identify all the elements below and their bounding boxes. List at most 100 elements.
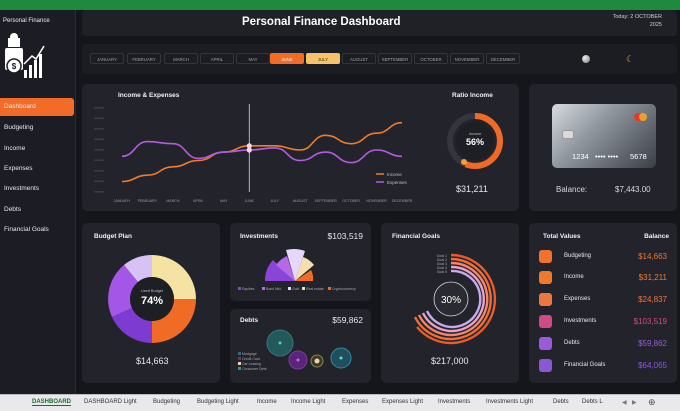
y-tick-mark	[94, 107, 104, 109]
investments-icon	[539, 315, 552, 328]
sheet-tab-income[interactable]: Income	[257, 399, 277, 405]
total-value: $103,519	[633, 317, 667, 326]
x-tick-label: OCTOBER	[342, 199, 360, 203]
sidebar-item-debts[interactable]: Debts	[0, 201, 74, 219]
ratio-knob	[461, 159, 467, 165]
card-number-left: 1234	[572, 152, 589, 161]
income-expenses-card: Income & Expenses JANUARY FEBRUARY MARCH AP…	[82, 84, 519, 211]
total-value: $14,663	[638, 252, 667, 261]
balance-value: $7,443.00	[615, 185, 651, 194]
x-tick-label: APRIL	[193, 199, 203, 203]
invest-legend-crypto: Cryptocurrency	[331, 287, 356, 291]
sheet-tab-budgeting[interactable]: Budgeting	[153, 399, 180, 405]
income-icon	[539, 271, 552, 284]
month-button-november[interactable]: NOVEMBER	[450, 53, 484, 64]
sidebar-item-investments[interactable]: Investments	[0, 180, 74, 198]
month-button-october[interactable]: OCTOBER	[414, 53, 448, 64]
expenses-icon	[539, 293, 552, 306]
month-button-december[interactable]: DECEMBER	[486, 53, 520, 64]
invest-legend-bond: Bond Mkt.	[265, 287, 282, 291]
financial-goals-card: Financial Goals 30% Goal 1 Goal 2 Goal 3…	[381, 223, 519, 383]
month-button-june[interactable]: JUNE	[270, 53, 304, 64]
total-row-investments[interactable]: Investments $103,519	[539, 314, 667, 330]
svg-text:$: $	[12, 62, 17, 71]
today-line2: 2025	[649, 22, 662, 28]
total-row-income[interactable]: Income $31,211	[539, 270, 667, 286]
budget-plan-card: Budget Plan Used Budget 74% $14,663	[82, 223, 220, 383]
sidebar-item-income[interactable]: Income	[0, 140, 74, 158]
month-button-may[interactable]: MAY	[236, 53, 270, 64]
month-button-march[interactable]: MARCH	[164, 53, 198, 64]
ratio-percent: 56%	[466, 137, 484, 147]
sidebar-item-expenses[interactable]: Expenses	[0, 160, 74, 178]
total-row-budgeting[interactable]: Budgeting $14,663	[539, 249, 667, 265]
theme-toggle-light-icon[interactable]	[582, 55, 590, 63]
ratio-income-title: Ratio Income	[452, 92, 493, 99]
x-tick-label: FEBRUARY	[138, 199, 158, 203]
sheet-tab-dashboard[interactable]: DASHBOARD	[32, 399, 71, 406]
income-expenses-title: Income & Expenses	[118, 92, 180, 99]
budget-icon	[539, 250, 552, 263]
month-button-august[interactable]: AUGUST	[342, 53, 376, 64]
income-expenses-chart: JANUARY FEBRUARY MARCH APRIL MAY JUNE JULY AUGU…	[94, 104, 413, 203]
total-row-expenses[interactable]: Expenses $24,837	[539, 292, 667, 308]
financial-goals-value: $217,000	[431, 356, 469, 366]
total-label: Financial Goals	[564, 362, 606, 368]
debts-card: Debts $59,862 Mortgage Credit Card Car L…	[230, 309, 371, 383]
sheet-tab-expenses[interactable]: Expenses	[342, 399, 368, 405]
card-number-mask: •••• ••••	[595, 152, 619, 161]
x-tick-label: JULY	[270, 199, 279, 203]
investments-rose-chart	[264, 249, 314, 281]
investments-title: Investments	[240, 233, 278, 240]
card-number-right: 5678	[630, 152, 647, 161]
debts-bubble-chart	[266, 329, 352, 370]
sheet-tab-investments-light[interactable]: Investments Light	[486, 399, 533, 405]
total-label: Income	[564, 274, 584, 280]
total-values-card: Total Values Balance Budgeting $14,663 I…	[529, 223, 677, 383]
total-row-debts[interactable]: Debts $59,862	[539, 336, 667, 352]
ratio-income-donut: Income 56%	[447, 113, 503, 169]
total-label: Budgeting	[564, 253, 592, 259]
goals-percent: 30%	[441, 295, 461, 306]
tab-scroll-right-icon[interactable]: ▶	[632, 399, 637, 406]
month-slicer: JANUARY FEBRUARY MARCH APRIL MAY JUNE JU…	[82, 44, 677, 74]
debt-legend-credit: Credit Card	[241, 357, 260, 361]
sidebar-item-budgeting[interactable]: Budgeting	[0, 119, 74, 137]
card-chip-icon	[562, 130, 574, 139]
x-tick-label: MARCH	[166, 199, 180, 203]
sheet-tab-expenses-light[interactable]: Expenses Light	[382, 399, 423, 405]
total-values-title: Total Values	[543, 233, 581, 240]
month-button-january[interactable]: JANUARY	[90, 53, 124, 64]
debt-legend-consumer: Consumer Debt	[241, 367, 267, 371]
sidebar-title: Personal Finance	[3, 18, 50, 24]
month-button-july[interactable]: JULY	[306, 53, 340, 64]
moon-icon[interactable]: ☾	[626, 54, 636, 64]
balance-label: Balance:	[556, 185, 588, 194]
invest-legend-gold: Gold	[291, 287, 300, 291]
month-button-february[interactable]: FEBRUARY	[127, 53, 161, 64]
sidebar-item-financial-goals[interactable]: Financial Goals	[0, 221, 74, 239]
debt-bubble-consumer-dot	[339, 356, 343, 360]
investments-value: $103,519	[327, 231, 363, 241]
sheet-tab-budgeting-light[interactable]: Budgeting Light	[197, 399, 239, 405]
sheet-tab-dashboard-light[interactable]: DASHBOARD Light	[84, 399, 137, 405]
month-button-april[interactable]: APRIL	[200, 53, 234, 64]
sheet-tab-debts-light[interactable]: Debts L	[582, 399, 603, 405]
tab-scroll-left-icon[interactable]: ◀	[622, 399, 627, 406]
month-button-september[interactable]: SEPTEMBER	[378, 53, 412, 64]
y-tick-mark	[94, 149, 104, 151]
sidebar-item-dashboard[interactable]: Dashboard	[0, 98, 74, 116]
legend-label-income: Income	[387, 172, 402, 177]
series-line-expenses	[121, 140, 403, 164]
add-sheet-icon[interactable]: ⊕	[648, 397, 656, 408]
legend-label-expenses: Expenses	[387, 180, 408, 185]
sheet-tab-income-light[interactable]: Income Light	[291, 399, 325, 405]
x-tick-label: NOVEMBER	[366, 199, 387, 203]
sheet-tab-debts[interactable]: Debts	[553, 399, 569, 405]
investments-card: Investments $103,519 Equities Bond Mkt. …	[230, 223, 371, 301]
total-row-financial-goals[interactable]: Financial Goals $64,065	[539, 358, 667, 374]
page-title: Personal Finance Dashboard	[242, 16, 401, 28]
y-tick-mark	[94, 191, 104, 193]
sheet-tab-investments[interactable]: Investments	[438, 399, 470, 405]
budget-plan-value: $14,663	[136, 356, 169, 366]
